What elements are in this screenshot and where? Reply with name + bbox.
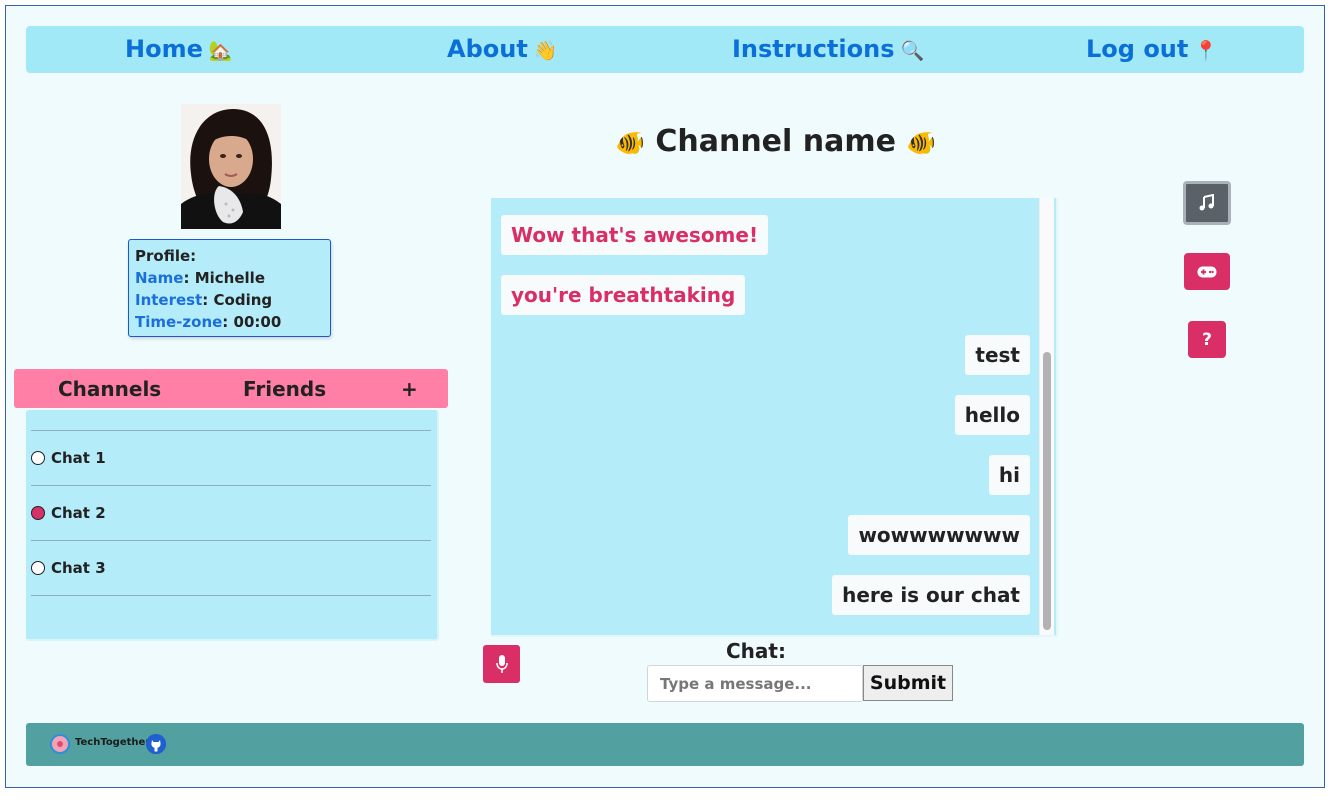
techtogether-logo-icon — [50, 734, 70, 754]
channel-item-chat-3[interactable]: Chat 3 — [31, 558, 106, 578]
nav-home[interactable]: Home 🏡 — [125, 35, 233, 63]
music-button[interactable] — [1183, 181, 1231, 225]
channel-label: Chat 3 — [51, 559, 106, 577]
radio-button[interactable] — [31, 451, 45, 465]
submit-button[interactable]: Submit — [863, 665, 953, 701]
chat-window: Wow that's awesome! you're breathtaking … — [491, 198, 1058, 637]
channel-title: 🐠 Channel name 🐠 — [615, 124, 937, 159]
avatar — [181, 104, 281, 229]
nav-home-label: Home — [125, 35, 203, 63]
profile-name-row: Name: Michelle — [135, 269, 265, 287]
profile-interest-row: Interest: Coding — [135, 291, 273, 309]
profile-timezone-row: Time-zone: 00:00 — [135, 313, 282, 331]
scrollbar-thumb[interactable] — [1043, 352, 1051, 630]
nav-logout-label: Log out — [1086, 35, 1189, 63]
magnifier-icon: 🔍 — [900, 40, 925, 62]
message-outgoing: here is our chat — [832, 575, 1030, 615]
top-nav: Home 🏡 About 👋 Instructions 🔍 Log out 📍 — [26, 26, 1304, 73]
profile-interest-value: Coding — [213, 291, 273, 309]
channel-title-text: Channel name — [655, 124, 896, 159]
add-channel-button[interactable]: + — [401, 377, 418, 401]
github-glyph — [146, 734, 166, 754]
nav-instructions[interactable]: Instructions 🔍 — [732, 35, 924, 63]
question-icon: ? — [1202, 329, 1212, 350]
channel-item-chat-1[interactable]: Chat 1 — [31, 448, 106, 468]
profile-heading: Profile: — [135, 247, 197, 265]
divider — [31, 485, 431, 486]
microphone-icon — [495, 655, 508, 673]
nav-about-label: About — [447, 35, 528, 63]
chat-scrollbar[interactable] — [1039, 198, 1054, 635]
channel-label: Chat 1 — [51, 449, 106, 467]
fish-icon: 🐠 — [906, 129, 937, 157]
tab-channels[interactable]: Channels — [58, 377, 161, 401]
help-button[interactable]: ? — [1188, 321, 1226, 358]
message-outgoing: wowwwwwww — [848, 515, 1030, 555]
wave-hand-icon: 👋 — [533, 40, 558, 62]
message-input[interactable] — [647, 665, 863, 702]
channel-list: Chat 1 Chat 2 Chat 3 — [26, 410, 439, 641]
message-outgoing: hello — [954, 395, 1030, 435]
footer-brand: TechTogether — [75, 737, 151, 748]
nav-instructions-label: Instructions — [732, 35, 895, 63]
fish-icon: 🐠 — [615, 129, 645, 157]
channel-tabs: Channels Friends + — [14, 369, 448, 408]
pin-icon: 📍 — [1194, 40, 1219, 62]
profile-timezone-key: Time-zone — [135, 313, 223, 331]
profile-card: Profile: Name: Michelle Interest: Coding… — [128, 239, 331, 337]
house-icon: 🏡 — [208, 40, 233, 62]
avatar-photo — [181, 104, 281, 229]
channel-label: Chat 2 — [51, 504, 106, 522]
divider — [31, 430, 431, 431]
channel-item-chat-2[interactable]: Chat 2 — [31, 503, 106, 523]
chat-label: Chat: — [726, 639, 786, 663]
profile-timezone-value: 00:00 — [233, 313, 282, 331]
profile-interest-key: Interest — [135, 291, 203, 309]
microphone-button[interactable] — [483, 645, 520, 683]
message-outgoing: test — [965, 335, 1030, 375]
footer: TechTogether — [26, 723, 1304, 766]
github-icon[interactable] — [146, 734, 166, 754]
nav-about[interactable]: About 👋 — [447, 35, 557, 63]
message-incoming: you're breathtaking — [501, 275, 746, 315]
message-outgoing: hi — [988, 455, 1030, 495]
message-incoming: Wow that's awesome! — [501, 215, 769, 255]
nav-logout[interactable]: Log out 📍 — [1086, 35, 1218, 63]
game-button[interactable] — [1184, 253, 1230, 290]
radio-button[interactable] — [31, 561, 45, 575]
profile-name-value: Michelle — [194, 269, 265, 287]
gamepad-icon — [1197, 266, 1217, 277]
profile-name-key: Name — [135, 269, 184, 287]
music-note-icon — [1199, 194, 1214, 211]
divider — [31, 595, 431, 596]
radio-button-selected[interactable] — [31, 506, 45, 520]
tab-friends[interactable]: Friends — [243, 377, 326, 401]
divider — [31, 540, 431, 541]
